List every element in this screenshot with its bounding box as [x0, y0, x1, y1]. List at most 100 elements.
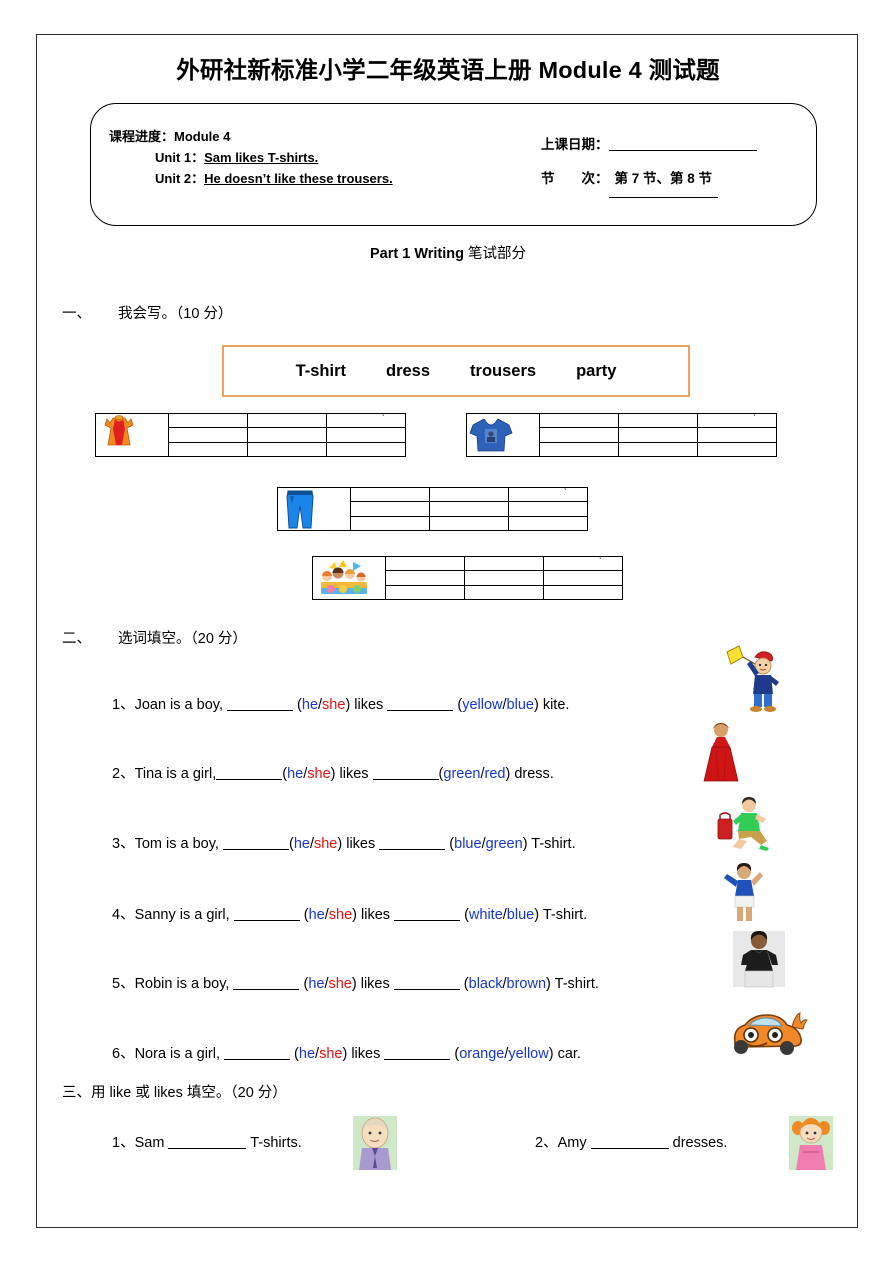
write-cell[interactable]	[539, 412, 619, 429]
write-cell[interactable]	[539, 441, 619, 458]
write-cell[interactable]	[543, 570, 623, 586]
write-cell[interactable]	[247, 427, 327, 443]
answer-blank-color[interactable]	[394, 907, 461, 921]
write-cell[interactable]	[350, 501, 430, 517]
item-subject: Tina is a girl,	[134, 766, 217, 782]
write-cell[interactable]	[697, 427, 777, 443]
option-color-b[interactable]: red	[485, 766, 506, 782]
option-he[interactable]: he	[299, 1046, 315, 1062]
write-cell[interactable]	[618, 441, 698, 458]
option-he[interactable]: he	[294, 836, 310, 852]
answer-blank-color[interactable]	[393, 976, 460, 990]
answer-blank-color[interactable]	[384, 1046, 451, 1060]
option-color-a[interactable]: yellow	[462, 697, 502, 713]
option-color-b[interactable]: blue	[507, 907, 534, 923]
write-cell[interactable]	[385, 555, 465, 572]
option-he[interactable]: he	[309, 907, 325, 923]
write-cell[interactable]	[697, 441, 777, 458]
answer-blank-pronoun[interactable]	[216, 766, 283, 780]
option-he[interactable]: he	[287, 766, 303, 782]
write-cell[interactable]: ˋ	[508, 486, 588, 503]
unit2-label: Unit 2：	[155, 171, 205, 186]
write-cell[interactable]	[326, 427, 406, 443]
option-she[interactable]: she	[319, 1046, 342, 1062]
course-progress-label: 课程进度：	[109, 129, 175, 144]
section-2-heading: 二、 选词填空。（20 分）	[62, 627, 247, 648]
write-cell[interactable]	[539, 427, 619, 443]
write-cell[interactable]: ˋ	[697, 412, 777, 429]
option-he[interactable]: he	[302, 697, 318, 713]
section-2-title: 选词填空。（20 分）	[118, 631, 247, 647]
write-cell[interactable]	[429, 486, 509, 503]
option-color-a[interactable]: orange	[459, 1046, 504, 1062]
option-color-a[interactable]: blue	[454, 836, 481, 852]
item-number: 4、	[112, 907, 135, 923]
answer-blank-pronoun[interactable]	[227, 697, 294, 711]
write-cell[interactable]	[618, 412, 698, 429]
answer-blank-color[interactable]	[372, 766, 439, 780]
party-icon	[321, 560, 367, 594]
unit1-label: Unit 1：	[155, 150, 205, 165]
option-she[interactable]: she	[329, 907, 352, 923]
item-verb: likes	[360, 976, 390, 992]
write-cell[interactable]	[168, 412, 248, 429]
option-color-b[interactable]: blue	[507, 697, 534, 713]
answer-blank-pronoun[interactable]	[224, 1046, 291, 1060]
write-cell[interactable]	[429, 501, 509, 517]
party-icon-cell	[312, 556, 386, 600]
trousers-icon	[286, 490, 314, 529]
option-color-a[interactable]: black	[469, 976, 503, 992]
write-cell[interactable]	[350, 486, 430, 503]
write-cell[interactable]	[508, 501, 588, 517]
write-cell[interactable]	[247, 412, 327, 429]
option-she[interactable]: she	[328, 976, 351, 992]
boy-green-tshirt-image	[717, 797, 769, 851]
option-color-a[interactable]: white	[469, 907, 503, 923]
write-cell[interactable]	[543, 584, 623, 601]
item-number: 2、	[112, 766, 135, 782]
item-verb: likes	[339, 766, 369, 782]
item-number: 1、	[112, 697, 135, 713]
write-cell[interactable]	[429, 515, 509, 532]
option-color-a[interactable]: green	[443, 766, 480, 782]
dress-writing-table: ˋ	[95, 412, 406, 458]
option-color-b[interactable]: yellow	[508, 1046, 548, 1062]
write-cell[interactable]	[247, 441, 327, 458]
write-cell[interactable]	[385, 570, 465, 586]
option-she[interactable]: she	[322, 697, 345, 713]
write-cell[interactable]: ˋ	[326, 412, 406, 429]
write-cell[interactable]	[508, 515, 588, 532]
answer-blank-pronoun[interactable]	[233, 907, 300, 921]
write-cell[interactable]	[168, 427, 248, 443]
tick-mark: ˋ	[598, 557, 602, 568]
write-cell[interactable]	[464, 584, 544, 601]
write-cell[interactable]	[350, 515, 430, 532]
write-cell[interactable]	[326, 441, 406, 458]
girl-red-dress-image	[703, 723, 739, 782]
write-cell[interactable]	[385, 584, 465, 601]
write-cell[interactable]	[464, 555, 544, 572]
course-progress-value: Module 4	[174, 129, 231, 144]
class-date-blank[interactable]	[608, 136, 757, 151]
answer-blank-pronoun[interactable]	[233, 976, 300, 990]
write-cell[interactable]	[168, 441, 248, 458]
item-noun: kite.	[542, 697, 570, 713]
section-1-title: 我会写。（10 分）	[118, 306, 233, 322]
option-color-b[interactable]: green	[486, 836, 523, 852]
answer-blank-pronoun[interactable]	[222, 836, 289, 850]
option-color-b[interactable]: brown	[507, 976, 547, 992]
answer-blank-color[interactable]	[379, 836, 446, 850]
answer-blank-color[interactable]	[387, 697, 454, 711]
word-bank-box: T-shirt dress trousers party	[222, 345, 690, 397]
item-verb: likes	[361, 907, 391, 923]
write-cell[interactable]	[464, 570, 544, 586]
write-cell[interactable]: ˋ	[543, 555, 623, 572]
item-subject: Joan is a boy,	[134, 697, 223, 713]
answer-blank-verb[interactable]	[590, 1135, 669, 1149]
answer-blank-verb[interactable]	[168, 1135, 247, 1149]
write-cell[interactable]	[618, 427, 698, 443]
option-he[interactable]: he	[308, 976, 324, 992]
option-she[interactable]: she	[314, 836, 337, 852]
unit2-value: He doesn’t like these trousers.	[204, 171, 393, 186]
option-she[interactable]: she	[307, 766, 330, 782]
